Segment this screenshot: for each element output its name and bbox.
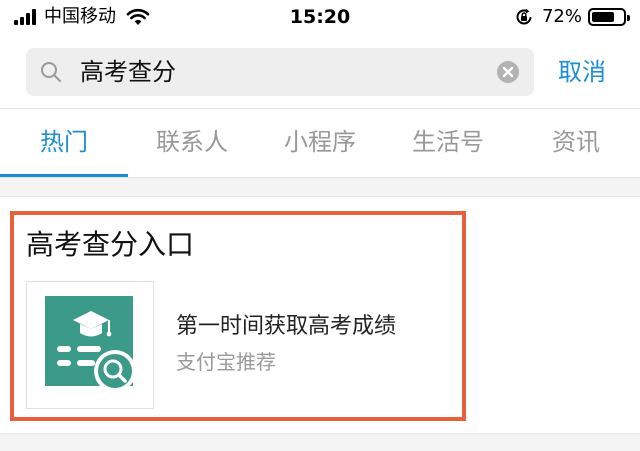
clear-icon[interactable] [496,60,520,84]
search-icon [41,62,61,82]
battery-cap [627,15,630,21]
battery-fill [592,12,614,22]
search-box[interactable] [26,48,534,96]
tab-life-accounts[interactable]: 生活号 [384,109,512,178]
tab-mini-programs[interactable]: 小程序 [256,109,384,178]
battery-icon [588,8,630,26]
tab-news[interactable]: 资讯 [512,109,640,178]
screen: 中国移动 15:20 72% 高考查分 取消 热门 联系人 小程序 生活号 资讯… [0,0,640,451]
search-header: 取消 [0,36,640,108]
orientation-lock-icon [516,8,532,25]
tab-label: 小程序 [284,128,356,156]
active-tab-indicator [0,174,128,177]
tab-bar: 热门 联系人 小程序 生活号 资讯 [0,108,640,178]
tab-label: 资讯 [552,128,600,156]
status-bar: 中国移动 15:20 72% [0,0,640,36]
tab-label: 热门 [40,128,88,156]
tab-label: 联系人 [156,128,228,156]
tab-label: 生活号 [412,128,484,156]
tab-contacts[interactable]: 联系人 [128,109,256,178]
highlight-frame [10,211,466,421]
battery-percent: 72% [541,6,582,27]
search-input[interactable] [80,48,500,96]
status-right: 72% [514,6,630,28]
tab-hot[interactable]: 热门 [0,109,128,178]
cancel-button[interactable]: 取消 [558,48,606,96]
result-card: 高考查分入口 第一时间获取高考成绩 支付宝推荐 [0,196,640,434]
